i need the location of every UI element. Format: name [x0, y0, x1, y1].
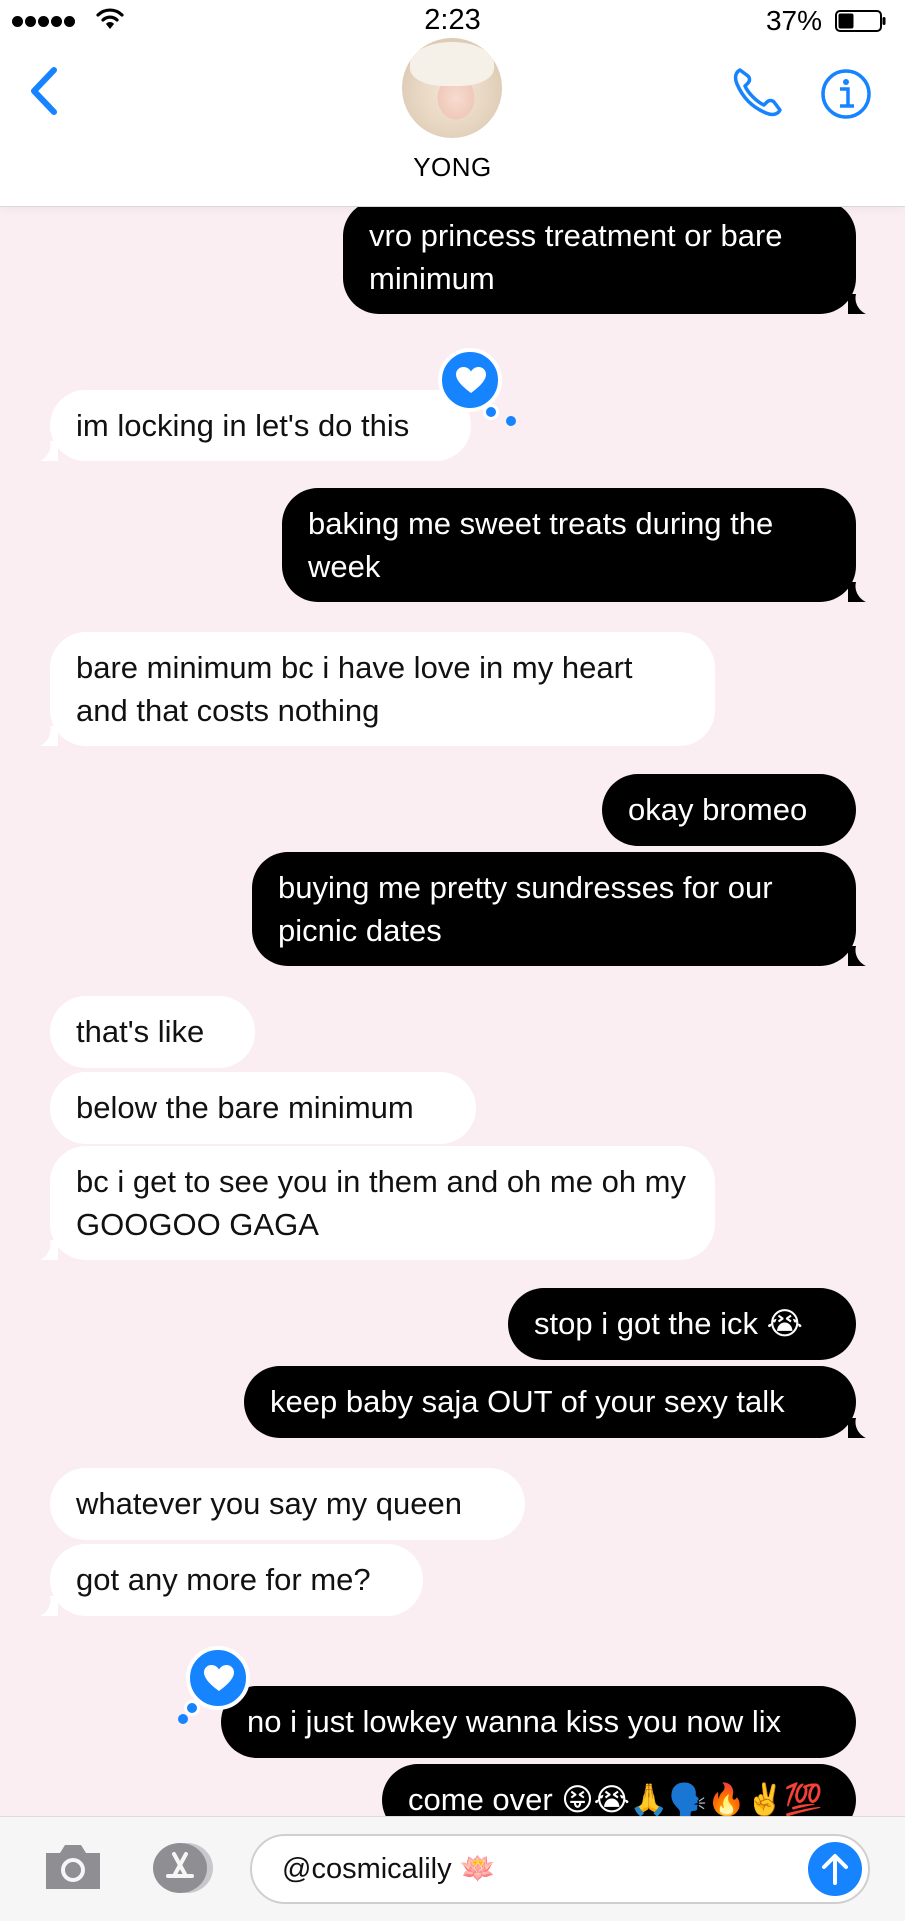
tapback-bubble-dot: [178, 1714, 188, 1724]
arrow-up-icon: [822, 1854, 848, 1885]
message-bubble-sent[interactable]: okay bromeo: [602, 774, 856, 846]
message-bubble-sent[interactable]: keep baby saja OUT of your sexy talk: [244, 1366, 866, 1438]
send-button[interactable]: [808, 1842, 862, 1896]
message-text: that's like: [76, 1014, 205, 1049]
message-bubble-sent[interactable]: stop i got the ick 😭: [508, 1288, 856, 1360]
message-bubble-received[interactable]: below the bare minimum: [50, 1072, 476, 1144]
message-bubble-received[interactable]: got any more for me?: [40, 1544, 423, 1616]
tapback-bubble-dot: [483, 404, 499, 420]
message-bubble-sent[interactable]: no i just lowkey wanna kiss you now lix: [221, 1686, 856, 1758]
phone-icon[interactable]: [730, 64, 786, 120]
message-bubble-sent[interactable]: vro princess treatment or bare minimum: [343, 206, 866, 314]
heart-tapback-icon[interactable]: [438, 348, 502, 412]
message-text: no i just lowkey wanna kiss you now lix: [247, 1704, 782, 1739]
message-bubble-sent[interactable]: come over 😝😭🙏🗣️🔥✌️💯: [382, 1764, 856, 1816]
app-store-icon[interactable]: [146, 1841, 216, 1895]
back-chevron-icon[interactable]: [24, 62, 66, 120]
contact-name[interactable]: YONG: [0, 152, 905, 183]
message-text: come over 😝😭🙏🗣️🔥✌️💯: [408, 1782, 823, 1816]
message-text: keep baby saja OUT of your sexy talk: [270, 1384, 785, 1419]
camera-icon[interactable]: [42, 1839, 104, 1893]
message-bubble-received[interactable]: bare minimum bc i have love in my heart …: [40, 632, 715, 746]
tapback-bubble-dot: [184, 1700, 200, 1716]
compose-bar: @cosmicalily 🪷: [0, 1816, 905, 1921]
message-bubble-received[interactable]: that's like: [50, 996, 255, 1068]
tapback-bubble-dot: [506, 416, 516, 426]
message-text: bare minimum bc i have love in my heart …: [76, 650, 633, 728]
message-text: below the bare minimum: [76, 1090, 414, 1125]
message-list[interactable]: vro princess treatment or bare minimum i…: [0, 206, 905, 1816]
message-text: okay bromeo: [628, 792, 808, 827]
messages-app: 2:23 37% YONG vro princess treatment or …: [0, 0, 905, 1921]
message-text: bc i get to see you in them and oh me oh…: [76, 1164, 687, 1242]
message-text: buying me pretty sundresses for our picn…: [278, 870, 773, 948]
message-text: vro princess treatment or bare minimum: [369, 218, 783, 296]
conversation-header: 2:23 37% YONG: [0, 0, 905, 207]
message-bubble-sent[interactable]: buying me pretty sundresses for our picn…: [252, 852, 866, 966]
message-bubble-sent[interactable]: baking me sweet treats during the week: [282, 488, 866, 602]
message-text: got any more for me?: [76, 1562, 371, 1597]
message-text: baking me sweet treats during the week: [308, 506, 774, 584]
message-input-value: @cosmicalily 🪷: [282, 1853, 496, 1885]
info-icon[interactable]: [820, 68, 872, 120]
message-text: stop i got the ick 😭: [534, 1306, 803, 1341]
message-text: whatever you say my queen: [76, 1486, 462, 1521]
message-bubble-received[interactable]: bc i get to see you in them and oh me oh…: [40, 1146, 715, 1260]
battery-icon: [835, 10, 886, 32]
contact-avatar[interactable]: [402, 38, 502, 138]
message-input[interactable]: @cosmicalily 🪷: [250, 1834, 870, 1904]
message-text: im locking in let's do this: [76, 408, 410, 443]
battery-percentage: 37%: [765, 5, 822, 36]
message-bubble-received[interactable]: im locking in let's do this: [40, 390, 471, 461]
message-bubble-received[interactable]: whatever you say my queen: [50, 1468, 525, 1540]
